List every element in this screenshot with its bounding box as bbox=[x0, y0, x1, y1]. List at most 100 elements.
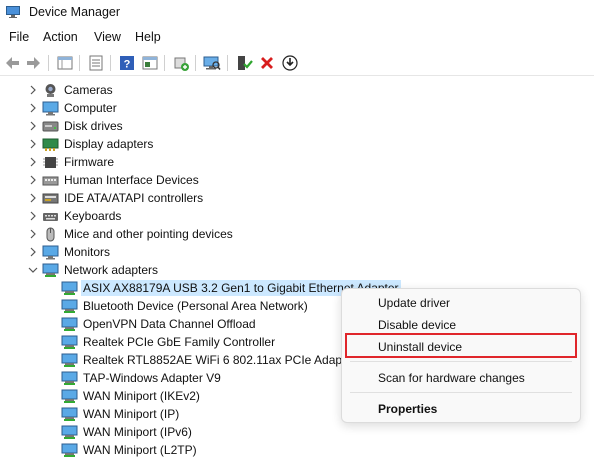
menu-separator bbox=[350, 392, 572, 393]
chevron-right-icon[interactable] bbox=[28, 175, 38, 185]
forward-arrow-icon[interactable] bbox=[24, 54, 42, 72]
network-adapter-icon bbox=[61, 371, 78, 385]
tree-category-keyboards[interactable]: Keyboards bbox=[22, 207, 121, 225]
menu-update-driver[interactable]: Update driver bbox=[378, 296, 450, 310]
chevron-right-icon[interactable] bbox=[28, 193, 38, 203]
svg-text:?: ? bbox=[124, 59, 131, 71]
disk-drive-icon bbox=[42, 121, 59, 131]
chevron-right-icon[interactable] bbox=[28, 247, 38, 257]
firmware-icon bbox=[43, 156, 58, 168]
tree-category-label: Disk drives bbox=[64, 119, 123, 133]
chevron-right-icon[interactable] bbox=[28, 139, 38, 149]
help-icon[interactable]: ? bbox=[118, 54, 136, 72]
download-driver-icon[interactable] bbox=[281, 54, 299, 72]
tree-category-ide[interactable]: IDE ATA/ATAPI controllers bbox=[22, 189, 203, 207]
chevron-right-icon[interactable] bbox=[28, 103, 38, 113]
network-adapter-icon bbox=[42, 263, 59, 277]
tree-device-label: Realtek PCIe GbE Family Controller bbox=[83, 335, 276, 349]
tree-category-label: Computer bbox=[64, 101, 117, 115]
tree-category-label: Human Interface Devices bbox=[64, 173, 199, 187]
network-adapter-icon bbox=[61, 443, 78, 457]
tree-device-realtek-wifi[interactable]: Realtek RTL8852AE WiFi 6 802.11ax PCIe A… bbox=[61, 351, 356, 369]
tree-device-label: WAN Miniport (IPv6) bbox=[83, 425, 192, 439]
tree-device-wan-ip[interactable]: WAN Miniport (IP) bbox=[61, 405, 179, 423]
network-adapter-icon bbox=[61, 389, 78, 403]
tree-category-disk-drives[interactable]: Disk drives bbox=[22, 117, 123, 135]
camera-icon bbox=[45, 83, 56, 97]
tree-device-label: WAN Miniport (IP) bbox=[83, 407, 180, 421]
tree-device-wan-ipv6[interactable]: WAN Miniport (IPv6) bbox=[61, 423, 192, 441]
menu-properties[interactable]: Properties bbox=[378, 402, 437, 416]
device-manager-icon bbox=[6, 6, 20, 18]
chevron-right-icon[interactable] bbox=[28, 157, 38, 167]
update-driver-icon[interactable] bbox=[172, 54, 190, 72]
scan-hardware-icon[interactable] bbox=[203, 54, 221, 72]
toolbar-separator bbox=[164, 55, 165, 71]
tree-category-monitors[interactable]: Monitors bbox=[22, 243, 110, 261]
network-adapter-icon bbox=[61, 335, 78, 349]
tree-category-label: Network adapters bbox=[64, 263, 159, 277]
toolbar-separator bbox=[79, 55, 80, 71]
ide-controller-icon bbox=[42, 193, 59, 203]
toolbar-separator bbox=[48, 55, 49, 71]
tree-category-label: Cameras bbox=[64, 83, 113, 97]
tree-category-network-adapters[interactable]: Network adapters bbox=[22, 261, 158, 279]
display-adapter-icon bbox=[42, 138, 59, 151]
properties-sheet-icon[interactable] bbox=[56, 54, 74, 72]
menu-file[interactable]: File bbox=[9, 30, 29, 44]
title-bar: Device Manager bbox=[0, 0, 594, 26]
menu-action[interactable]: Action bbox=[43, 30, 78, 44]
tree-device-wan-ikev2[interactable]: WAN Miniport (IKEv2) bbox=[61, 387, 200, 405]
tree-category-computer[interactable]: Computer bbox=[22, 99, 117, 117]
show-hidden-icon[interactable] bbox=[87, 54, 105, 72]
menu-scan-hardware[interactable]: Scan for hardware changes bbox=[378, 371, 525, 385]
monitor-icon bbox=[42, 101, 59, 115]
toolbar-separator bbox=[195, 55, 196, 71]
tree-device-wan-l2tp[interactable]: WAN Miniport (L2TP) bbox=[61, 441, 197, 459]
chevron-down-icon[interactable] bbox=[28, 265, 38, 275]
tree-category-cameras[interactable]: Cameras bbox=[22, 81, 113, 99]
tree-device-openvpn[interactable]: OpenVPN Data Channel Offload bbox=[61, 315, 256, 333]
chevron-right-icon[interactable] bbox=[28, 121, 38, 131]
menu-bar: File Action View Help bbox=[0, 28, 594, 48]
menu-separator bbox=[350, 361, 572, 362]
toolbar-separator bbox=[227, 55, 228, 71]
uninstall-x-icon[interactable] bbox=[258, 54, 276, 72]
tree-category-hid[interactable]: Human Interface Devices bbox=[22, 171, 199, 189]
tree-category-label: Mice and other pointing devices bbox=[64, 227, 233, 241]
tree-category-label: Display adapters bbox=[64, 137, 154, 151]
network-adapter-icon bbox=[61, 425, 78, 439]
uninstall-highlight-box bbox=[345, 333, 577, 358]
toolbar: ? bbox=[0, 50, 594, 76]
network-adapter-icon bbox=[61, 281, 78, 295]
tree-category-display-adapters[interactable]: Display adapters bbox=[22, 135, 153, 153]
tree-category-label: Firmware bbox=[64, 155, 114, 169]
enable-device-icon[interactable] bbox=[235, 54, 253, 72]
tree-device-label: Realtek RTL8852AE WiFi 6 802.11ax PCIe A… bbox=[83, 353, 357, 367]
menu-view[interactable]: View bbox=[94, 30, 121, 44]
back-arrow-icon[interactable] bbox=[4, 54, 22, 72]
chevron-right-icon[interactable] bbox=[28, 85, 38, 95]
toolbar-separator bbox=[110, 55, 111, 71]
chevron-right-icon[interactable] bbox=[28, 211, 38, 221]
hid-icon bbox=[42, 176, 59, 185]
mouse-icon bbox=[46, 227, 55, 241]
network-adapter-icon bbox=[61, 407, 78, 421]
menu-help[interactable]: Help bbox=[135, 30, 161, 44]
action-pane-icon[interactable] bbox=[141, 54, 159, 72]
chevron-right-icon[interactable] bbox=[28, 229, 38, 239]
tree-device-label: TAP-Windows Adapter V9 bbox=[83, 371, 221, 385]
network-adapter-icon bbox=[61, 299, 78, 313]
tree-device-bluetooth-pan[interactable]: Bluetooth Device (Personal Area Network) bbox=[61, 297, 308, 315]
tree-device-tap-windows[interactable]: TAP-Windows Adapter V9 bbox=[61, 369, 221, 387]
tree-device-label: Bluetooth Device (Personal Area Network) bbox=[83, 299, 308, 313]
tree-category-label: IDE ATA/ATAPI controllers bbox=[64, 191, 204, 205]
tree-category-firmware[interactable]: Firmware bbox=[22, 153, 114, 171]
keyboard-icon bbox=[43, 212, 58, 221]
tree-category-label: Keyboards bbox=[64, 209, 122, 223]
tree-category-mice[interactable]: Mice and other pointing devices bbox=[22, 225, 233, 243]
window-title: Device Manager bbox=[29, 5, 121, 19]
tree-device-realtek-gbe[interactable]: Realtek PCIe GbE Family Controller bbox=[61, 333, 275, 351]
network-adapter-icon bbox=[61, 317, 78, 331]
menu-disable-device[interactable]: Disable device bbox=[378, 318, 456, 332]
